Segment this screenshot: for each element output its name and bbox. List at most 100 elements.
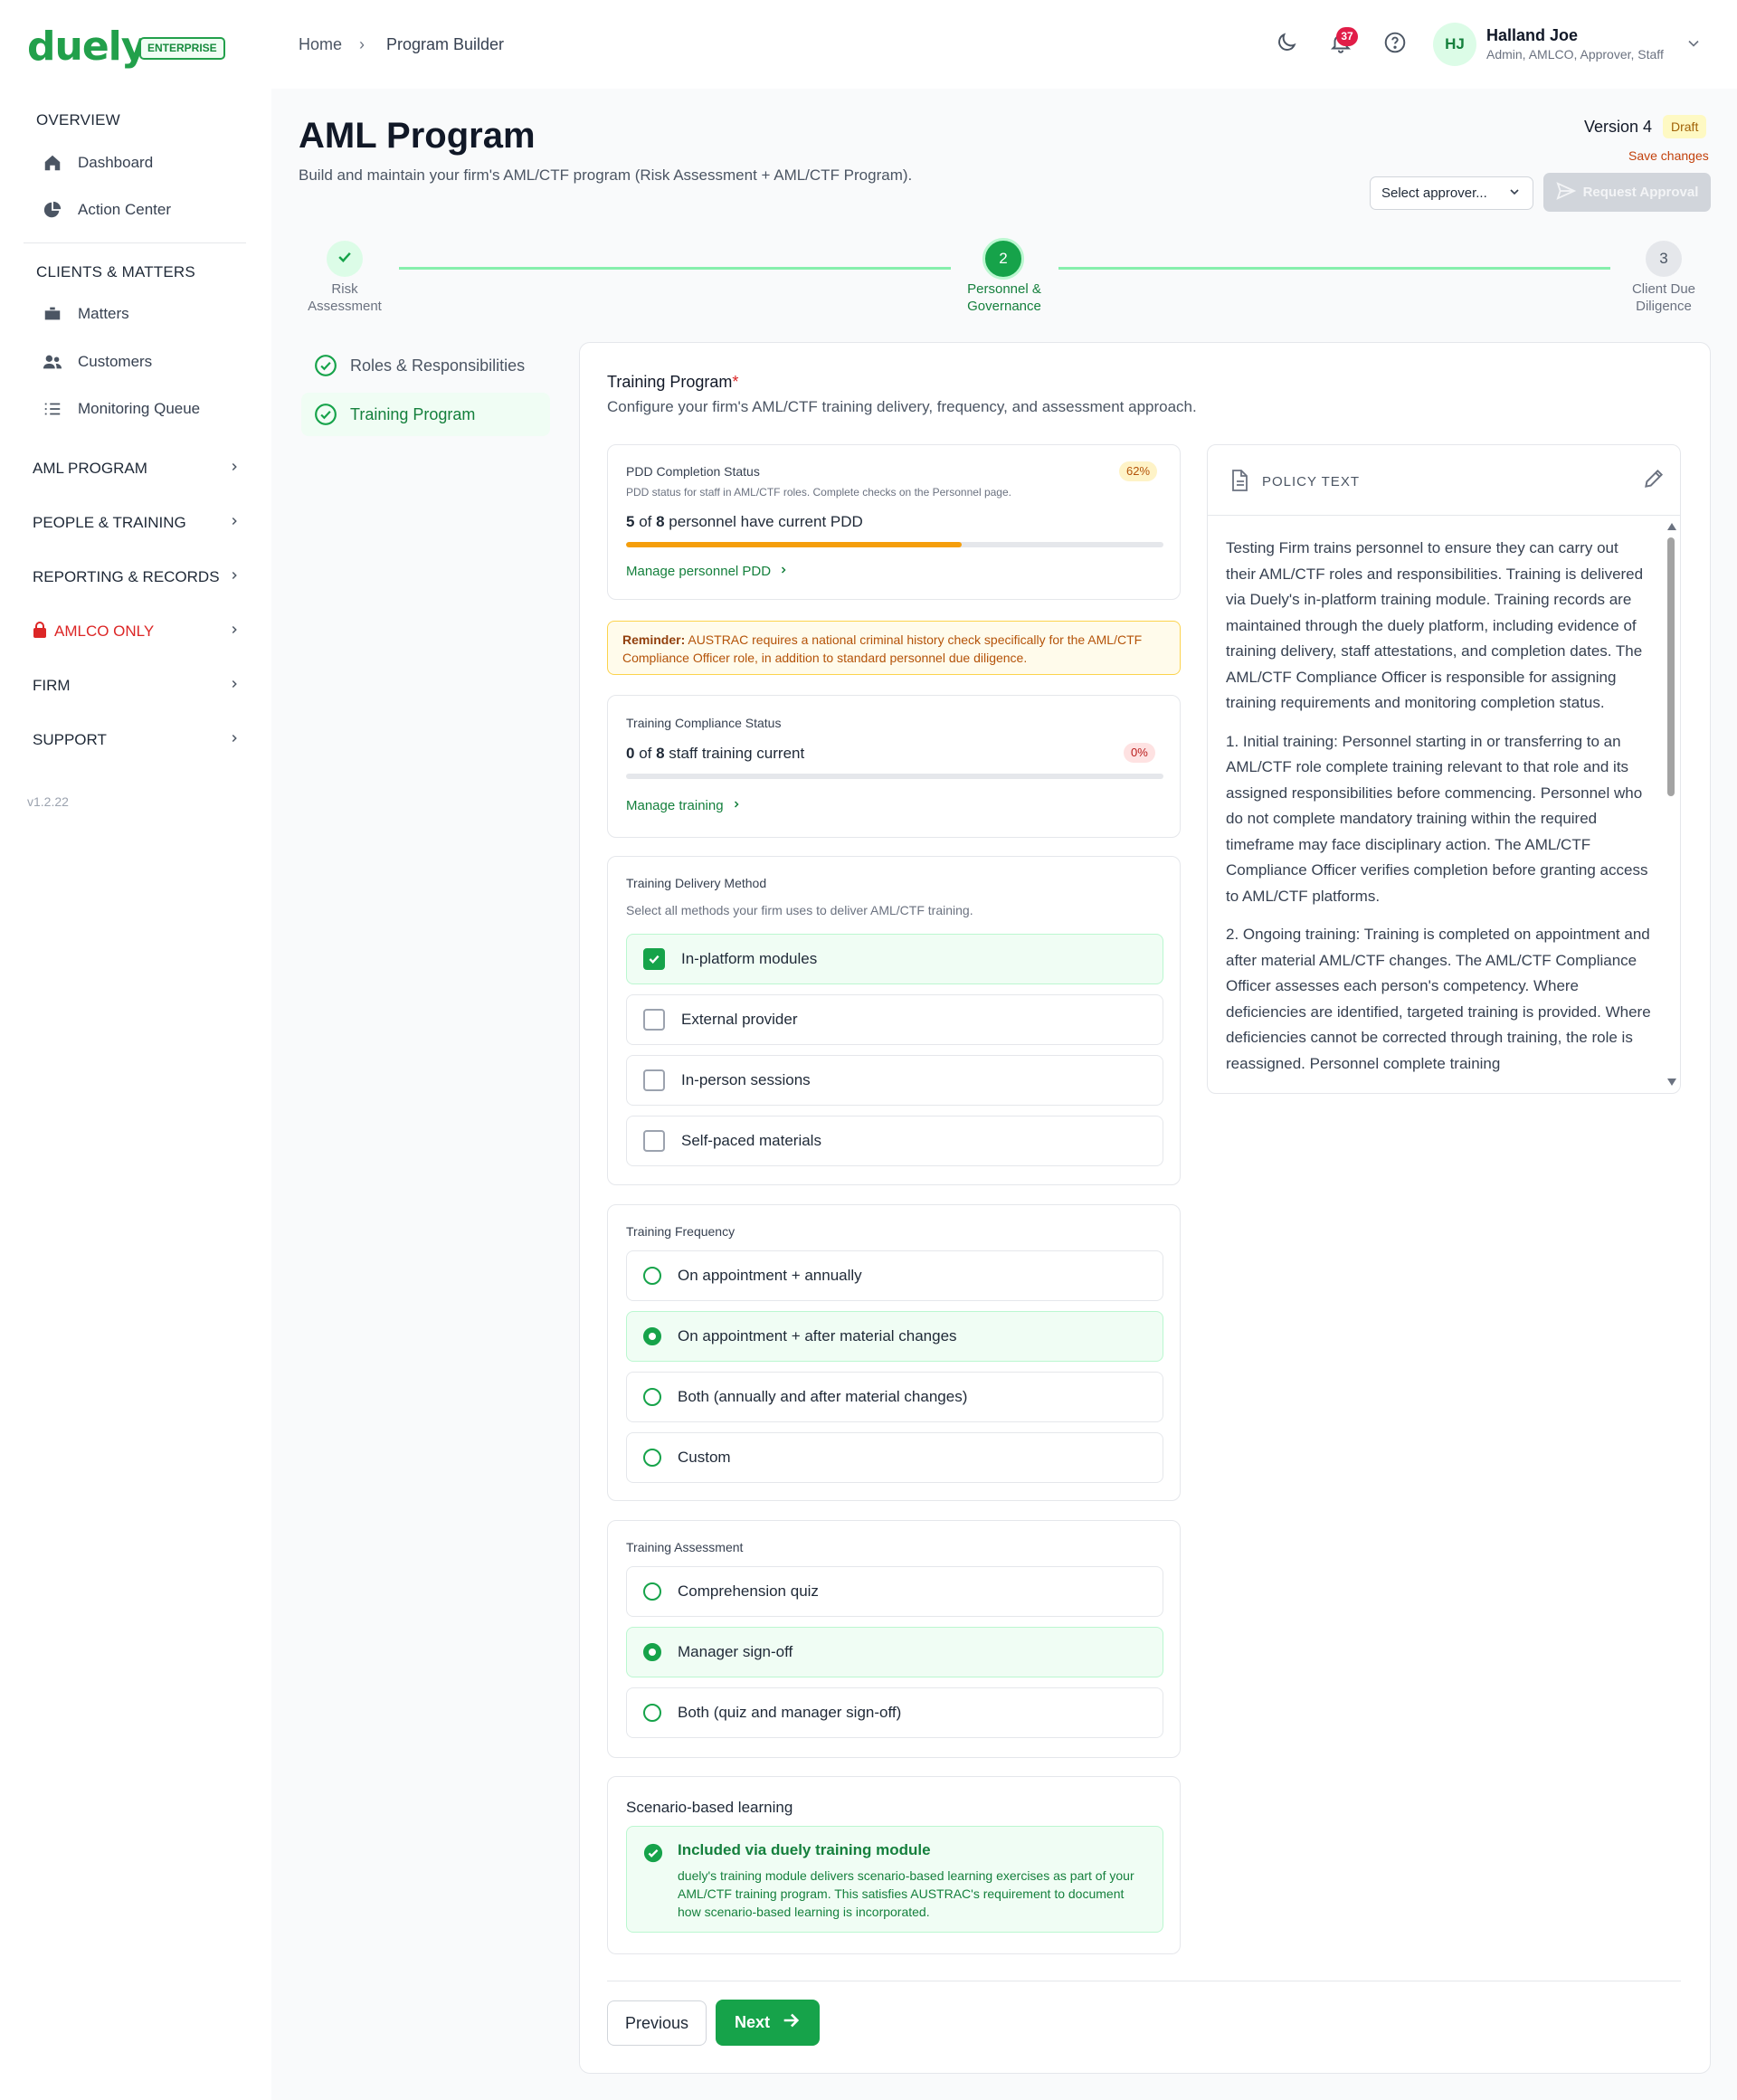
sidebar-group-aml-program[interactable]: AML PROGRAM xyxy=(33,452,241,485)
sidebar-group-people-training[interactable]: PEOPLE & TRAINING xyxy=(33,507,241,539)
checkbox[interactable] xyxy=(643,1130,665,1152)
duely-logo[interactable]: duely xyxy=(27,24,147,70)
frequency-option-both[interactable]: Both (annually and after material change… xyxy=(626,1372,1163,1422)
request-approval-button[interactable]: Request Approval xyxy=(1543,173,1711,212)
training-assessment-panel: Training Assessment Comprehension quiz M… xyxy=(607,1520,1181,1758)
step-label-line: Governance xyxy=(967,299,1041,314)
next-button[interactable]: Next xyxy=(716,2000,820,2046)
radio-button[interactable] xyxy=(643,1267,661,1285)
required-mark: * xyxy=(732,373,739,391)
sidebar-item-monitoring-queue[interactable]: Monitoring Queue xyxy=(42,393,250,425)
step-client-due-diligence[interactable]: 3 xyxy=(1646,241,1682,277)
sidebar-group-reporting-records[interactable]: REPORTING & RECORDS xyxy=(33,561,241,594)
frequency-option-material-changes[interactable]: On appointment + after material changes xyxy=(626,1311,1163,1362)
step-label: Risk Assessment xyxy=(281,280,408,315)
subnav-roles-responsibilities[interactable]: Roles & Responsibilities xyxy=(301,344,550,387)
option-label: In-platform modules xyxy=(681,950,818,967)
send-icon xyxy=(1555,181,1576,204)
check-circle-icon xyxy=(314,403,337,426)
page-title: AML Program xyxy=(299,116,536,156)
user-name[interactable]: Halland Joe xyxy=(1486,26,1578,45)
step-risk-assessment[interactable] xyxy=(327,241,363,277)
sidebar-item-matters[interactable]: Matters xyxy=(42,298,250,330)
sidebar-group-firm[interactable]: FIRM xyxy=(33,670,241,702)
checkbox[interactable] xyxy=(643,1069,665,1091)
chevron-right-icon xyxy=(731,798,742,813)
sidebar-item-label: Monitoring Queue xyxy=(78,400,201,417)
training-frequency-panel: Training Frequency On appointment + annu… xyxy=(607,1204,1181,1501)
approver-select[interactable]: Select approver... xyxy=(1370,176,1533,210)
radio-button[interactable] xyxy=(643,1327,661,1345)
chevron-right-icon xyxy=(228,731,241,749)
policy-title: POLICY TEXT xyxy=(1262,474,1360,489)
stepper-connector xyxy=(399,267,951,270)
top-header: duely ENTERPRISE Home › Program Builder … xyxy=(0,0,1737,89)
sidebar-item-dashboard[interactable]: Dashboard xyxy=(42,147,250,179)
checkbox[interactable] xyxy=(643,1009,665,1031)
check-circle-icon xyxy=(314,354,337,377)
pdd-total: 8 xyxy=(656,513,665,530)
checkbox[interactable] xyxy=(643,948,665,970)
radio-button[interactable] xyxy=(643,1582,661,1601)
assessment-option-signoff[interactable]: Manager sign-off xyxy=(626,1627,1163,1677)
sidebar-item-label: Action Center xyxy=(78,201,171,218)
delivery-option-in-platform[interactable]: In-platform modules xyxy=(626,934,1163,984)
manage-pdd-link[interactable]: Manage personnel PDD xyxy=(626,564,789,579)
sidebar-group-label: PEOPLE & TRAINING xyxy=(33,514,186,531)
policy-paragraph: Testing Firm trains personnel to ensure … xyxy=(1226,539,1644,711)
assessment-option-both[interactable]: Both (quiz and manager sign-off) xyxy=(626,1687,1163,1738)
delivery-method-panel: Training Delivery Method Select all meth… xyxy=(607,856,1181,1185)
delivery-title: Training Delivery Method xyxy=(626,876,767,890)
option-label: Manager sign-off xyxy=(678,1643,793,1660)
frequency-option-custom[interactable]: Custom xyxy=(626,1432,1163,1483)
frequency-option-annually[interactable]: On appointment + annually xyxy=(626,1250,1163,1301)
sidebar-group-support[interactable]: SUPPORT xyxy=(33,724,241,756)
sidebar-item-action-center[interactable]: Action Center xyxy=(42,194,250,226)
training-status-summary: 0 of 8 staff training current xyxy=(626,745,804,763)
step-personnel-governance[interactable]: 2 xyxy=(982,238,1024,280)
breadcrumb-home[interactable]: Home xyxy=(299,35,342,54)
sidebar-section-clients-matters: CLIENTS & MATTERS xyxy=(36,263,195,280)
radio-button[interactable] xyxy=(643,1643,661,1661)
delivery-option-in-person[interactable]: In-person sessions xyxy=(626,1055,1163,1106)
previous-button[interactable]: Previous xyxy=(607,2000,707,2046)
edit-pencil-icon[interactable] xyxy=(1642,467,1666,495)
chevron-down-icon[interactable] xyxy=(1685,34,1703,57)
help-icon[interactable] xyxy=(1380,27,1410,58)
save-changes-link[interactable]: Save changes xyxy=(1628,148,1709,163)
request-approval-label: Request Approval xyxy=(1582,185,1699,200)
scroll-down-arrow-icon[interactable] xyxy=(1667,1079,1676,1086)
pie-chart-icon xyxy=(42,199,63,221)
document-icon xyxy=(1229,470,1249,496)
sidebar-item-customers[interactable]: Customers xyxy=(42,346,250,378)
option-label: In-person sessions xyxy=(681,1071,811,1088)
sidebar-group-amlco-only[interactable]: AMLCO ONLY xyxy=(33,615,241,648)
version-label: Version 4 xyxy=(1584,118,1653,136)
radio-button[interactable] xyxy=(643,1388,661,1406)
assessment-option-quiz[interactable]: Comprehension quiz xyxy=(626,1566,1163,1617)
checklist-icon xyxy=(42,398,63,420)
enterprise-badge: ENTERPRISE xyxy=(139,37,225,60)
training-status-title: Training Compliance Status xyxy=(626,716,782,730)
delivery-option-self-paced[interactable]: Self-paced materials xyxy=(626,1116,1163,1166)
option-label: External provider xyxy=(681,1011,798,1028)
training-summary-end: staff training current xyxy=(664,745,805,762)
policy-scroll-thumb[interactable] xyxy=(1667,537,1675,796)
delivery-option-external[interactable]: External provider xyxy=(626,994,1163,1045)
training-percent-badge: 0% xyxy=(1124,743,1155,763)
subnav-training-program[interactable]: Training Program xyxy=(301,393,550,436)
subnav-label: Roles & Responsibilities xyxy=(350,356,526,375)
austrac-reminder: Reminder: AUSTRAC requires a national cr… xyxy=(607,621,1181,675)
radio-button[interactable] xyxy=(643,1449,661,1467)
sidebar: OVERVIEW Dashboard Action Center CLIENTS… xyxy=(0,89,271,825)
policy-text-panel: POLICY TEXT Testing Firm trains personne… xyxy=(1207,444,1681,1094)
manage-training-link[interactable]: Manage training xyxy=(626,798,742,813)
scroll-up-arrow-icon[interactable] xyxy=(1667,523,1676,530)
training-summary-mid: of xyxy=(634,745,657,762)
pdd-status-panel: PDD Completion Status 62% PDD status for… xyxy=(607,444,1181,600)
radio-button[interactable] xyxy=(643,1704,661,1722)
dark-mode-icon[interactable] xyxy=(1271,27,1302,58)
user-avatar[interactable]: HJ xyxy=(1433,23,1476,66)
page-subtitle: Build and maintain your firm's AML/CTF p… xyxy=(299,166,913,184)
policy-header: POLICY TEXT xyxy=(1208,445,1680,516)
